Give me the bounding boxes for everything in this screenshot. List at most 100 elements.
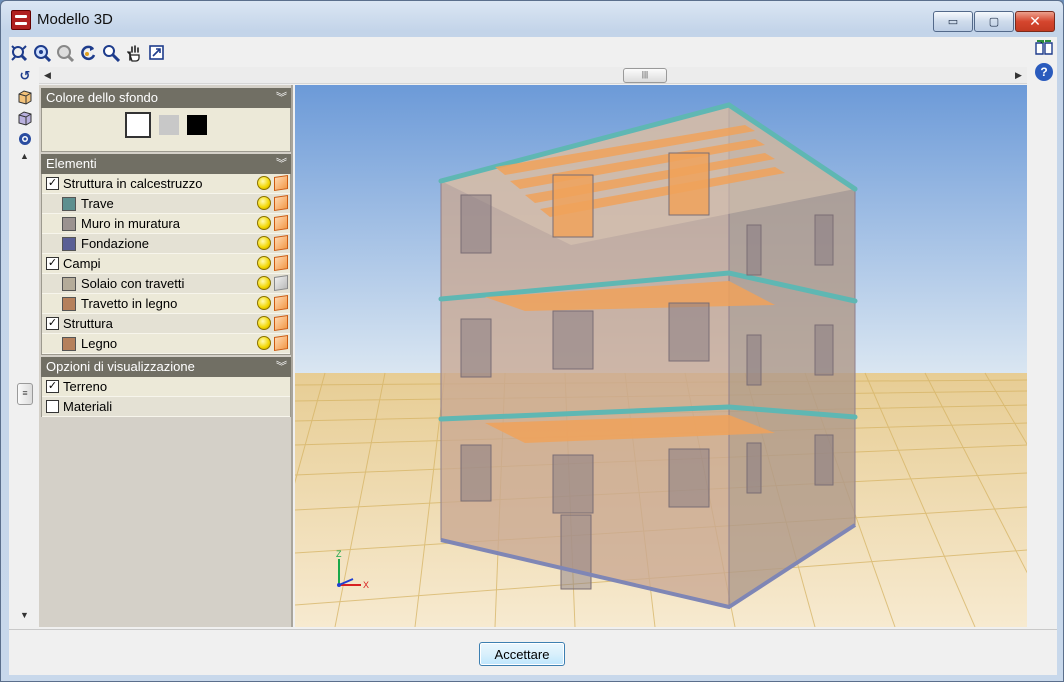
- right-toolbar: ?: [1035, 39, 1053, 81]
- background-black-swatch[interactable]: [187, 115, 207, 135]
- export-view-icon[interactable]: [147, 43, 166, 62]
- horizontal-scroll-thumb[interactable]: |||: [623, 68, 667, 83]
- layer-row-wood[interactable]: Legno: [42, 334, 290, 354]
- transparency-cube-icon[interactable]: [274, 255, 288, 271]
- wireframe-view-icon[interactable]: [16, 109, 34, 127]
- window: Modello 3D ▭ ▢ ✕ ↺ ? ◀ ||| ▶ ▲ ≡ ▼ Color…: [0, 0, 1064, 682]
- background-section-header[interactable]: Colore dello sfondo ︾: [41, 88, 291, 108]
- layer-label: Campi: [63, 256, 101, 271]
- view-toolbar: [9, 43, 166, 65]
- layer-label: Muro in muratura: [81, 216, 180, 231]
- zoom-window-icon[interactable]: [32, 43, 51, 62]
- layer-row-fields[interactable]: ✓ Campi: [42, 254, 290, 274]
- layer-row-structure[interactable]: ✓ Struttura: [42, 314, 290, 334]
- visibility-bulb-icon[interactable]: [257, 176, 271, 190]
- elements-section-header[interactable]: Elementi ︾: [41, 154, 291, 174]
- transparency-cube-icon[interactable]: [274, 315, 288, 331]
- layer-color-swatch[interactable]: [62, 196, 76, 211]
- layers-panel: Colore dello sfondo ︾ Elementi ︾ ✓ Strut…: [39, 85, 293, 627]
- layer-label: Trave: [81, 196, 114, 211]
- transparency-cube-icon[interactable]: [274, 175, 288, 191]
- rotate-icon[interactable]: [78, 43, 97, 62]
- checkbox-fields[interactable]: ✓: [46, 257, 59, 270]
- zoom-previous-icon[interactable]: [55, 43, 74, 62]
- layer-label: Struttura in calcestruzzo: [63, 176, 203, 191]
- layer-row-concrete-structure[interactable]: ✓ Struttura in calcestruzzo: [42, 174, 290, 194]
- checkbox-structure[interactable]: ✓: [46, 317, 59, 330]
- help-icon[interactable]: ?: [1035, 63, 1053, 81]
- visibility-bulb-icon[interactable]: [257, 276, 271, 290]
- dialog-footer: Accettare: [9, 629, 1057, 675]
- elements-section-body: ✓ Struttura in calcestruzzo Trave Muro i…: [41, 174, 291, 355]
- close-button[interactable]: ✕: [1015, 11, 1055, 32]
- 3d-viewport[interactable]: Z X: [295, 85, 1027, 627]
- accept-button[interactable]: Accettare: [479, 642, 565, 666]
- axis-z-label: Z: [336, 549, 342, 559]
- building-model: [438, 102, 858, 610]
- left-toolbar: ↺: [15, 67, 35, 148]
- horizontal-scrollbar[interactable]: ◀ ||| ▶: [39, 67, 1027, 84]
- visibility-bulb-icon[interactable]: [257, 316, 271, 330]
- elements-section-title: Elementi: [46, 156, 97, 171]
- checkbox-concrete-structure[interactable]: ✓: [46, 177, 59, 190]
- window-title: Modello 3D: [37, 11, 113, 28]
- transparency-cube-icon[interactable]: [274, 335, 288, 351]
- transparency-cube-icon[interactable]: [274, 215, 288, 231]
- layer-label: Solaio con travetti: [81, 276, 185, 291]
- checkbox-terrain[interactable]: ✓: [46, 380, 59, 393]
- zoom-extents-icon[interactable]: [9, 43, 28, 62]
- close-icon: ✕: [1029, 13, 1041, 29]
- scroll-down-icon[interactable]: ▼: [16, 606, 33, 623]
- layer-label: Struttura: [63, 316, 113, 331]
- layer-color-swatch[interactable]: [62, 236, 76, 251]
- visibility-bulb-icon[interactable]: [257, 296, 271, 310]
- layer-color-swatch[interactable]: [62, 276, 76, 291]
- checkbox-materials[interactable]: [46, 400, 59, 413]
- maximize-button[interactable]: ▢: [974, 11, 1014, 32]
- transparency-cube-icon[interactable]: [274, 295, 288, 311]
- redo-rotate-icon[interactable]: ↺: [16, 67, 34, 85]
- background-section-body: [41, 108, 291, 152]
- option-row-materials[interactable]: Materiali: [42, 397, 290, 417]
- layer-row-wood-joist[interactable]: Travetto in legno: [42, 294, 290, 314]
- app-icon: [11, 10, 31, 30]
- collapse-chevron-icon[interactable]: ︾: [276, 358, 287, 374]
- solid-view-icon[interactable]: [16, 88, 34, 106]
- visibility-bulb-icon[interactable]: [257, 256, 271, 270]
- option-row-terrain[interactable]: ✓ Terreno: [42, 377, 290, 397]
- render-options-icon[interactable]: [16, 130, 34, 148]
- wireframe-cube-icon[interactable]: [274, 275, 288, 291]
- layer-row-beam[interactable]: Trave: [42, 194, 290, 214]
- layer-row-foundation[interactable]: Fondazione: [42, 234, 290, 254]
- panel-splitter-grip[interactable]: ≡: [17, 383, 33, 405]
- layer-color-swatch[interactable]: [62, 296, 76, 311]
- minimize-button[interactable]: ▭: [933, 11, 973, 32]
- scroll-up-icon[interactable]: ▲: [16, 147, 33, 164]
- zoom-icon[interactable]: [101, 43, 120, 62]
- display-options-section-title: Opzioni di visualizzazione: [46, 359, 195, 374]
- layer-row-masonry-wall[interactable]: Muro in muratura: [42, 214, 290, 234]
- transparency-cube-icon[interactable]: [274, 235, 288, 251]
- pan-hand-icon[interactable]: [124, 43, 143, 62]
- layer-color-swatch[interactable]: [62, 216, 76, 231]
- 3d-scene: Z X: [295, 85, 1027, 627]
- title-bar[interactable]: Modello 3D ▭ ▢ ✕: [1, 1, 1063, 37]
- display-options-section-header[interactable]: Opzioni di visualizzazione ︾: [41, 357, 291, 377]
- collapse-chevron-icon[interactable]: ︾: [276, 89, 287, 105]
- collapse-chevron-icon[interactable]: ︾: [276, 155, 287, 171]
- layer-label: Travetto in legno: [81, 296, 178, 311]
- transparency-cube-icon[interactable]: [274, 195, 288, 211]
- layer-color-swatch[interactable]: [62, 336, 76, 351]
- visibility-bulb-icon[interactable]: [257, 216, 271, 230]
- background-gray-swatch[interactable]: [159, 115, 179, 135]
- vertical-scrollbar[interactable]: ▲ ≡ ▼: [15, 147, 35, 627]
- scroll-left-icon[interactable]: ◀: [39, 67, 56, 84]
- visibility-bulb-icon[interactable]: [257, 196, 271, 210]
- visibility-bulb-icon[interactable]: [257, 336, 271, 350]
- book-icon[interactable]: [1035, 39, 1053, 57]
- visibility-bulb-icon[interactable]: [257, 236, 271, 250]
- background-white-swatch[interactable]: [125, 112, 151, 138]
- door-opening: [560, 514, 592, 590]
- layer-row-joist-slab[interactable]: Solaio con travetti: [42, 274, 290, 294]
- scroll-right-icon[interactable]: ▶: [1010, 67, 1027, 84]
